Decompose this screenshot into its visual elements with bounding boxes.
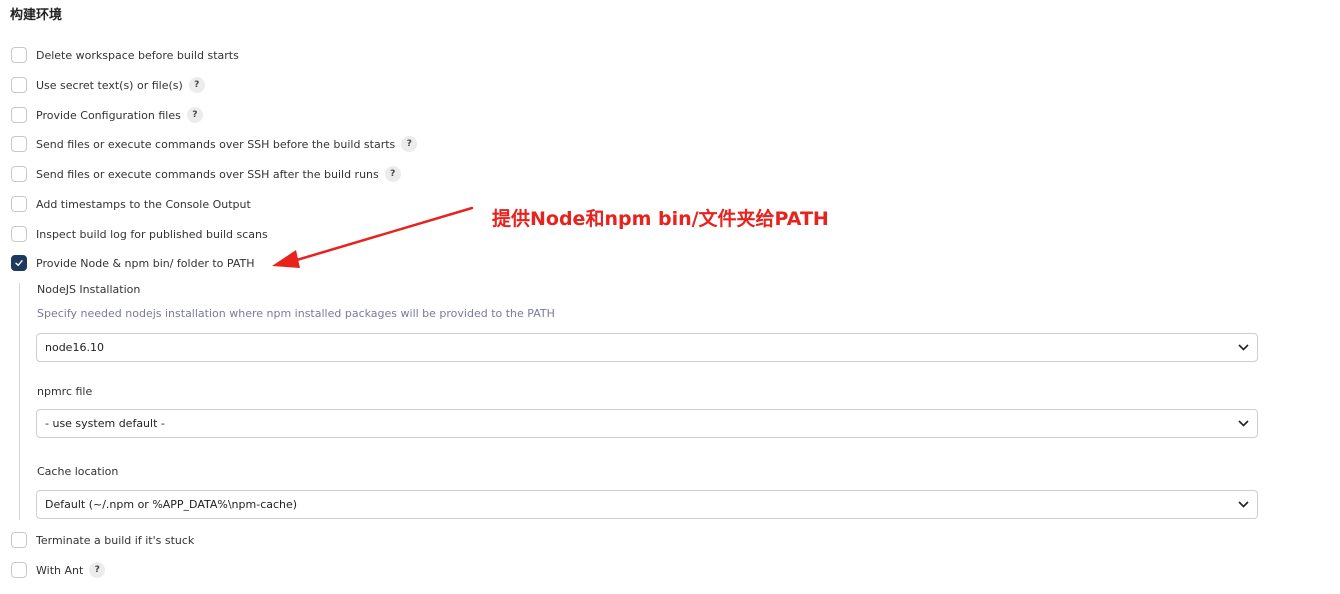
checkbox[interactable] [11, 107, 27, 123]
checkbox[interactable] [11, 166, 27, 182]
option-timestamps[interactable]: Add timestamps to the Console Output [11, 194, 251, 214]
option-with-ant[interactable]: With Ant ? [11, 560, 106, 580]
checkbox[interactable] [11, 136, 27, 152]
cache-location-label: Cache location [37, 465, 119, 478]
option-terminate-stuck[interactable]: Terminate a build if it's stuck [11, 530, 194, 550]
option-label: Delete workspace before build starts [36, 48, 239, 62]
annotation-text: 提供Node和npm bin/文件夹给PATH [492, 208, 829, 230]
nodejs-installation-select[interactable]: node16.10 [36, 333, 1258, 362]
nodejs-installation-description: Specify needed nodejs installation where… [37, 307, 555, 320]
option-label: Provide Node & npm bin/ folder to PATH [36, 256, 255, 270]
help-icon[interactable]: ? [89, 562, 106, 578]
npmrc-file-select[interactable]: - use system default - [36, 409, 1258, 438]
option-build-scans[interactable]: Inspect build log for published build sc… [11, 224, 268, 244]
npmrc-file-label: npmrc file [37, 385, 93, 398]
nodejs-installation-label: NodeJS Installation [37, 283, 141, 296]
option-config-files[interactable]: Provide Configuration files ? [11, 105, 203, 125]
select-value: Default (~/.npm or %APP_DATA%\npm-cache) [45, 498, 298, 511]
option-label: Terminate a build if it's stuck [36, 533, 195, 547]
checkbox[interactable] [11, 226, 27, 242]
select-value: - use system default - [45, 417, 165, 430]
section-title: 构建环境 [10, 8, 63, 23]
chevron-down-icon [1237, 418, 1249, 430]
chevron-down-icon [1237, 499, 1249, 511]
help-icon[interactable]: ? [188, 77, 205, 93]
option-label: Use secret text(s) or file(s) [36, 78, 183, 92]
option-label: Add timestamps to the Console Output [36, 197, 251, 211]
help-icon[interactable]: ? [186, 107, 203, 123]
cache-location-select[interactable]: Default (~/.npm or %APP_DATA%\npm-cache) [36, 490, 1258, 519]
help-icon[interactable]: ? [384, 166, 401, 182]
option-node-path[interactable]: Provide Node & npm bin/ folder to PATH [11, 253, 254, 273]
option-secret-text[interactable]: Use secret text(s) or file(s) ? [11, 75, 205, 95]
option-label: With Ant [36, 563, 84, 577]
checkbox-checked[interactable] [11, 255, 27, 271]
checkbox[interactable] [11, 47, 27, 63]
option-label: Provide Configuration files [36, 108, 181, 122]
checkbox[interactable] [11, 77, 27, 93]
checkbox[interactable] [11, 532, 27, 548]
option-label: Inspect build log for published build sc… [36, 227, 268, 241]
annotation-arrow-icon [272, 206, 474, 268]
nested-section-bar [19, 283, 20, 520]
option-delete-workspace[interactable]: Delete workspace before build starts [11, 45, 239, 65]
option-ssh-after[interactable]: Send files or execute commands over SSH … [11, 164, 401, 184]
select-value: node16.10 [45, 341, 104, 354]
option-label: Send files or execute commands over SSH … [36, 167, 379, 181]
option-ssh-before[interactable]: Send files or execute commands over SSH … [11, 134, 418, 154]
option-label: Send files or execute commands over SSH … [36, 137, 396, 151]
checkbox[interactable] [11, 562, 27, 578]
help-icon[interactable]: ? [401, 136, 418, 152]
chevron-down-icon [1237, 342, 1249, 354]
checkmark-icon [15, 260, 23, 266]
checkbox[interactable] [11, 196, 27, 212]
